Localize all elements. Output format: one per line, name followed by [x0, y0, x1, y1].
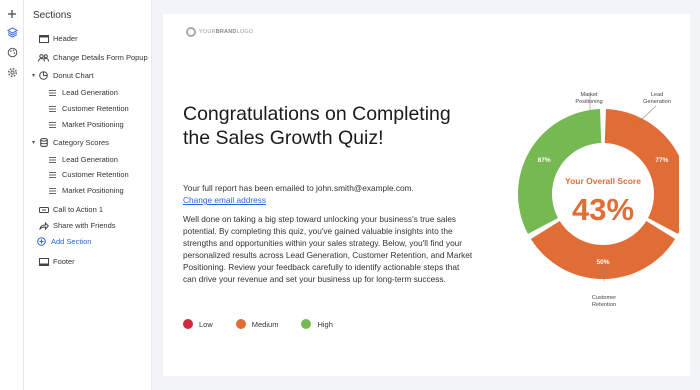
- subsection-market-positioning[interactable]: Market Positioning: [47, 186, 124, 195]
- layers-icon[interactable]: [4, 24, 20, 40]
- section-label: Market Positioning: [62, 120, 124, 129]
- legend-label: High: [317, 319, 333, 329]
- donut-chart-svg: Market Positioning Lead Generation Custo…: [518, 92, 688, 308]
- plus-icon[interactable]: [4, 6, 20, 22]
- legend-low: Low: [183, 319, 213, 329]
- logo-text-logo: LOGO: [236, 29, 254, 35]
- callout-retention-1: Customer: [592, 295, 616, 301]
- section-label: Category Scores: [53, 138, 109, 147]
- section-label: Lead Generation: [62, 88, 118, 97]
- text-lines-icon: [47, 120, 58, 129]
- gear-icon[interactable]: [4, 64, 20, 80]
- section-label: Call to Action 1: [53, 205, 104, 214]
- chevron-down-icon[interactable]: ▾: [32, 139, 35, 146]
- callout-market-1: Market: [580, 92, 598, 98]
- logo-text-your: YOUR: [199, 29, 216, 35]
- section-label: Customer Retention: [62, 170, 129, 179]
- section-label: Footer: [53, 257, 75, 266]
- intro-paragraph: Well done on taking a big step toward un…: [183, 214, 473, 285]
- overall-score-title: Your Overall Score: [565, 176, 641, 186]
- cta-icon: [38, 205, 49, 214]
- subsection-lead-generation[interactable]: Lead Generation: [47, 155, 118, 164]
- add-section-label: Add Section: [51, 237, 92, 246]
- legend-medium: Medium: [235, 319, 279, 329]
- logo-text-brand: BRAND: [215, 29, 237, 35]
- add-circle-icon: [36, 237, 47, 246]
- subsection-customer-retention[interactable]: Customer Retention: [47, 170, 129, 179]
- section-label: Market Positioning: [62, 186, 124, 195]
- change-email-link[interactable]: Change email address: [183, 195, 266, 205]
- palette-icon[interactable]: [4, 44, 20, 60]
- header-icon: [38, 34, 49, 43]
- callout-line-lead: [638, 105, 657, 123]
- donut-slice-label: 87%: [538, 157, 551, 164]
- text-lines-icon: [47, 170, 58, 179]
- legend-label: Medium: [251, 319, 279, 329]
- callout-lead-2: Generation: [643, 99, 671, 105]
- chevron-down-icon[interactable]: ▾: [32, 72, 35, 79]
- add-section-button[interactable]: Add Section: [36, 237, 91, 246]
- donut-slice-label: 77%: [655, 157, 668, 164]
- text-lines-icon: [47, 155, 58, 164]
- logo-icon: [186, 27, 196, 37]
- email-sent-text: Your full report has been emailed to joh…: [183, 183, 414, 193]
- sections-title: Sections: [33, 10, 72, 21]
- section-call-to-action[interactable]: Call to Action 1: [38, 205, 103, 214]
- section-footer[interactable]: Footer: [38, 257, 75, 266]
- database-icon: [38, 138, 49, 147]
- text-lines-icon: [47, 186, 58, 195]
- overall-score-value: 43%: [572, 192, 634, 227]
- section-label: Share with Friends: [53, 221, 116, 230]
- page-title: Congratulations on Completing the Sales …: [183, 103, 451, 149]
- subsection-lead-generation[interactable]: Lead Generation: [47, 88, 118, 97]
- pie-chart-icon: [38, 71, 49, 80]
- callout-market-2: Positioning: [575, 99, 602, 105]
- subsection-customer-retention[interactable]: Customer Retention: [47, 104, 129, 113]
- tool-rail: [0, 0, 24, 390]
- brand-logo: YOUR BRAND LOGO: [186, 27, 253, 37]
- footer-icon: [38, 257, 49, 266]
- low-swatch: [183, 319, 193, 329]
- callout-retention-2: Retention: [592, 302, 616, 308]
- section-donut-chart[interactable]: ▾ Donut Chart: [32, 71, 93, 80]
- subsection-market-positioning[interactable]: Market Positioning: [47, 120, 124, 129]
- users-icon: [38, 53, 49, 62]
- donut-chart: Market Positioning Lead Generation Custo…: [479, 69, 688, 319]
- section-label: Donut Chart: [53, 71, 94, 80]
- donut-slice-customer-retention[interactable]: [530, 221, 676, 279]
- legend-label: Low: [199, 319, 213, 329]
- section-label: Header: [53, 34, 78, 43]
- results-page[interactable]: YOUR BRAND LOGO Congratulations on Complet…: [163, 14, 690, 376]
- section-label: Customer Retention: [62, 104, 129, 113]
- share-icon: [38, 221, 49, 230]
- high-swatch: [301, 319, 312, 329]
- score-legend: Low Medium High: [183, 319, 356, 329]
- medium-swatch: [235, 319, 246, 329]
- text-lines-icon: [47, 104, 58, 113]
- sections-panel: Sections Header Change Details Form Popu…: [24, 0, 152, 390]
- donut-slice-label: 50%: [596, 259, 609, 266]
- email-sent-message: Your full report has been emailed to joh…: [183, 182, 443, 206]
- section-label: Change Details Form Popup: [53, 53, 148, 62]
- section-label: Lead Generation: [62, 155, 118, 164]
- section-category-scores[interactable]: ▾ Category Scores: [32, 138, 109, 147]
- preview-canvas: YOUR BRAND LOGO Congratulations on Complet…: [152, 0, 700, 390]
- callout-lead-1: Lead: [651, 92, 663, 98]
- section-change-details-form-popup[interactable]: Change Details Form Popup: [38, 53, 148, 62]
- section-header[interactable]: Header: [38, 34, 78, 43]
- text-lines-icon: [47, 88, 58, 97]
- legend-high: High: [301, 319, 333, 329]
- section-share-with-friends[interactable]: Share with Friends: [38, 221, 116, 230]
